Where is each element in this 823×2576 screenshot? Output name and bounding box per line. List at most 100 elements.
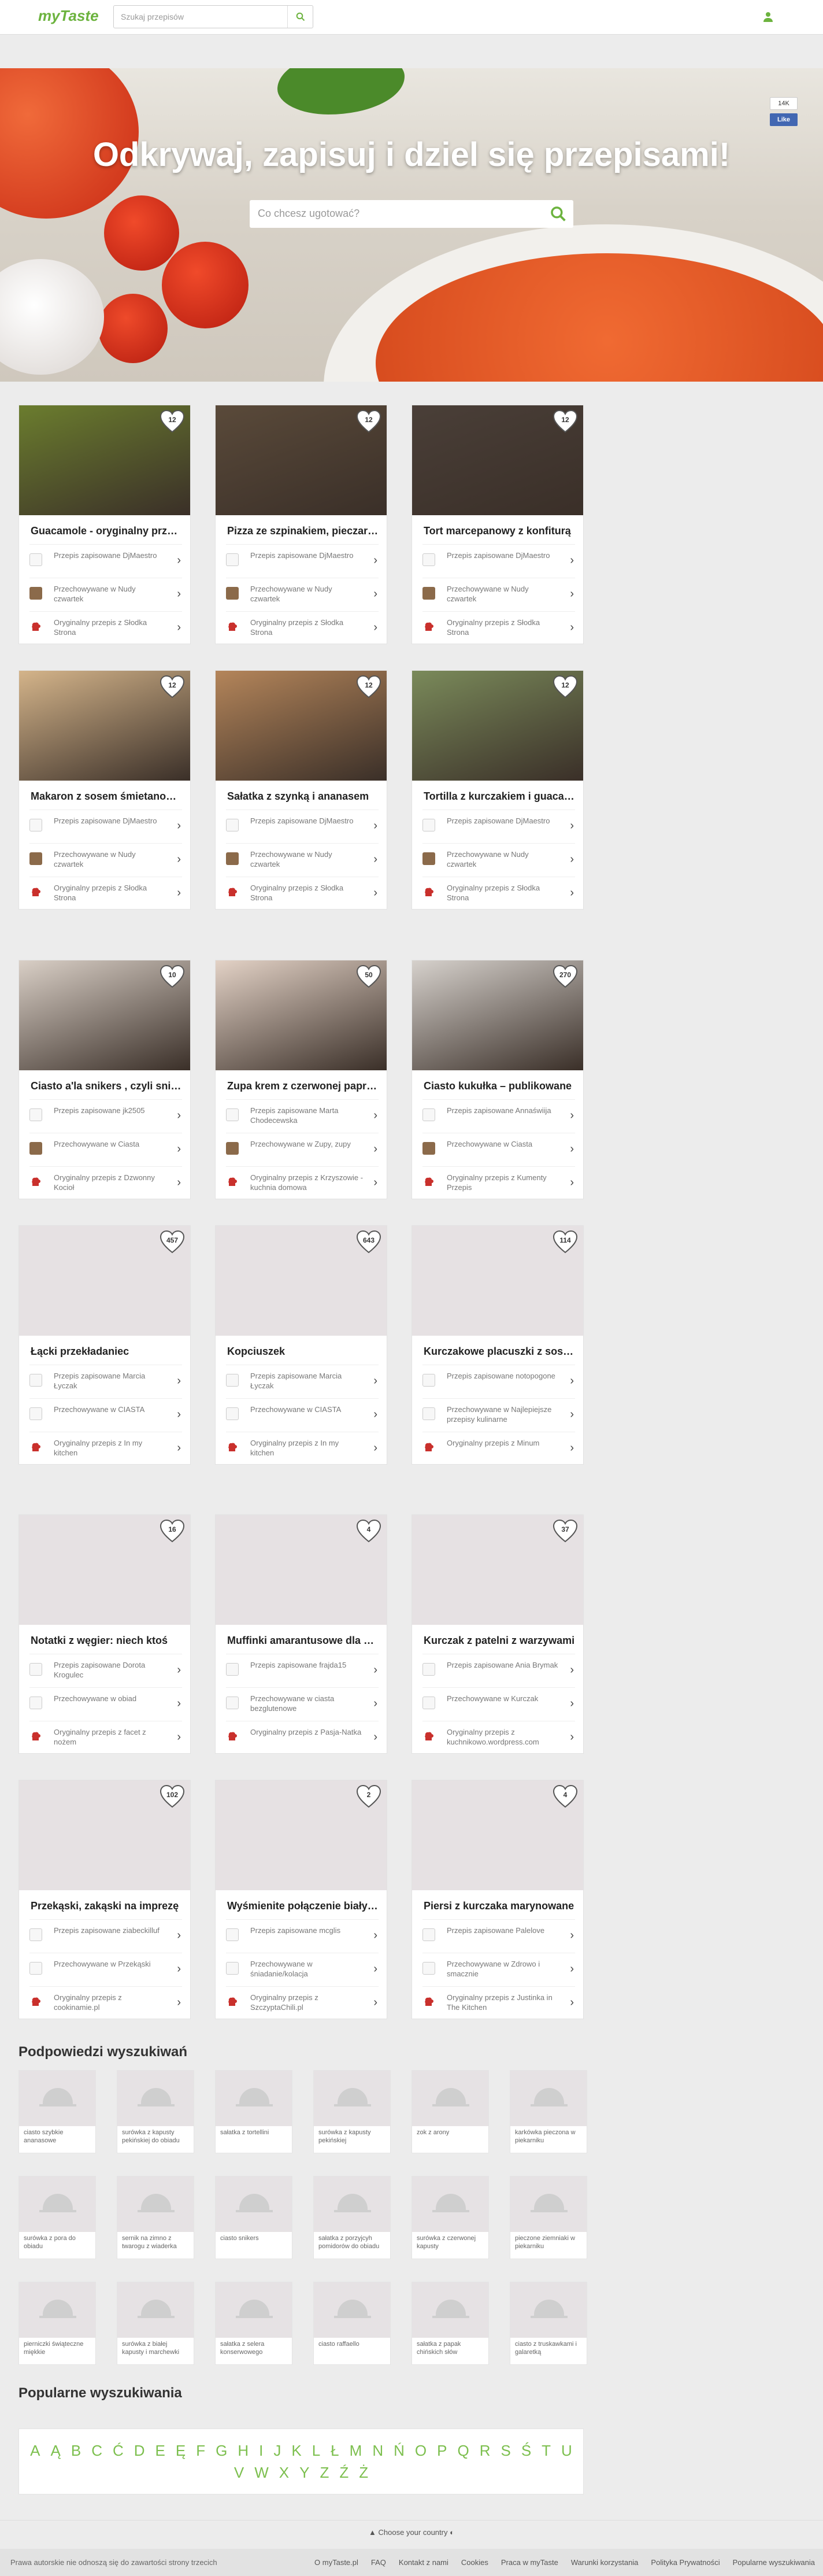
suggestion-tile[interactable]: surówka z czerwonej kapusty bbox=[412, 2176, 489, 2259]
alphabet-letter-link[interactable]: Ę bbox=[176, 2440, 186, 2462]
stored-in-row[interactable]: Przechowywane w śniadanie/kolacja › bbox=[226, 1953, 379, 1985]
recipe-title[interactable]: Ciasto kukułka – publikowane bbox=[424, 1080, 575, 1092]
facebook-like-widget[interactable]: 14K Like bbox=[770, 97, 798, 126]
recipe-card[interactable]: 643 Kopciuszek Przepis zapisowane Marcia Ł… bbox=[215, 1225, 387, 1465]
suggestion-tile[interactable]: surówka z pora do obiadu bbox=[18, 2176, 96, 2259]
source-row[interactable]: Oryginalny przepis z Justinka in The Kit… bbox=[422, 1986, 575, 2019]
source-row[interactable]: Oryginalny przepis z Słodka Strona › bbox=[422, 877, 575, 909]
like-heart-icon[interactable]: 12 bbox=[159, 674, 186, 700]
stored-in-row[interactable]: Przechowywane w Kurczak › bbox=[422, 1687, 575, 1720]
saved-by-row[interactable]: Przepis zapisowane Marta Chodecewska › bbox=[226, 1099, 379, 1132]
recipe-card[interactable]: 12 Guacamole - oryginalny przepis Przepis … bbox=[18, 405, 191, 644]
suggestion-tile[interactable]: sałatka z selera konserwowego bbox=[215, 2282, 292, 2365]
like-heart-icon[interactable]: 12 bbox=[552, 409, 579, 434]
recipe-card[interactable]: 50 Zupa krem z czerwonej papryki Przepis z… bbox=[215, 960, 387, 1199]
stored-in-row[interactable]: Przechowywane w ciasta bezglutenowe › bbox=[226, 1687, 379, 1720]
recipe-title[interactable]: Kopciuszek bbox=[227, 1346, 379, 1358]
suggestion-tile[interactable]: ciasto z truskawkami i galaretką bbox=[510, 2282, 587, 2365]
recipe-title[interactable]: Guacamole - oryginalny przepis bbox=[31, 525, 182, 537]
recipe-card[interactable]: 12 Makaron z sosem śmietanowym Przepis zap… bbox=[18, 670, 191, 910]
alphabet-letter-link[interactable]: Ź bbox=[339, 2462, 349, 2483]
alphabet-letter-link[interactable]: L bbox=[312, 2440, 320, 2462]
source-row[interactable]: Oryginalny przepis z Słodka Strona › bbox=[422, 611, 575, 644]
recipe-title[interactable]: Muffinki amarantusowe dla alergików bbox=[227, 1635, 379, 1647]
recipe-title[interactable]: Przekąski, zakąski na imprezę bbox=[31, 1900, 182, 1912]
recipe-card[interactable]: 270 Ciasto kukułka – publikowane Przepis z… bbox=[412, 960, 584, 1199]
suggestion-tile[interactable]: ciasto szybkie ananasowe bbox=[18, 2070, 96, 2153]
footer-link[interactable]: Warunki korzystania bbox=[571, 2558, 639, 2567]
alphabet-letter-link[interactable]: Z bbox=[320, 2462, 329, 2483]
footer-link[interactable]: Cookies bbox=[461, 2558, 488, 2567]
alphabet-letter-link[interactable]: Ś bbox=[521, 2440, 531, 2462]
source-row[interactable]: Oryginalny przepis z Słodka Strona › bbox=[226, 611, 379, 644]
recipe-card[interactable]: 102 Przekąski, zakąski na imprezę Przepis … bbox=[18, 1780, 191, 2019]
like-heart-icon[interactable]: 12 bbox=[355, 409, 382, 434]
recipe-title[interactable]: Łącki przekładaniec bbox=[31, 1346, 182, 1358]
alphabet-letter-link[interactable]: J bbox=[273, 2440, 281, 2462]
recipe-card[interactable]: 12 Tort marcepanowy z konfiturą Przepis za… bbox=[412, 405, 584, 644]
saved-by-row[interactable]: Przepis zapisowane DjMaestro › bbox=[226, 544, 379, 576]
saved-by-row[interactable]: Przepis zapisowane notopogone › bbox=[422, 1365, 575, 1397]
alphabet-letter-link[interactable]: G bbox=[216, 2440, 227, 2462]
country-selector[interactable]: ▲ Choose your country ◐ bbox=[0, 2528, 823, 2537]
recipe-card[interactable]: 4 Piersi z kurczaka marynowane Przepis zap… bbox=[412, 1780, 584, 2019]
saved-by-row[interactable]: Przepis zapisowane Palelove › bbox=[422, 1919, 575, 1952]
recipe-title[interactable]: Makaron z sosem śmietanowym bbox=[31, 790, 182, 803]
source-row[interactable]: Oryginalny przepis z SzczyptaChili.pl › bbox=[226, 1986, 379, 2019]
like-heart-icon[interactable]: 2 bbox=[355, 1784, 382, 1809]
stored-in-row[interactable]: Przechowywane w Nudy czwartek › bbox=[422, 578, 575, 610]
recipe-title[interactable]: Tort marcepanowy z konfiturą bbox=[424, 525, 575, 537]
alphabet-letter-link[interactable]: I bbox=[259, 2440, 263, 2462]
like-heart-icon[interactable]: 114 bbox=[552, 1229, 579, 1255]
like-heart-icon[interactable]: 457 bbox=[159, 1229, 186, 1255]
stored-in-row[interactable]: Przechowywane w Nudy czwartek › bbox=[226, 843, 379, 875]
recipe-title[interactable]: Piersi z kurczaka marynowane bbox=[424, 1900, 575, 1912]
suggestion-tile[interactable]: zok z arony bbox=[412, 2070, 489, 2153]
recipe-title[interactable]: Ciasto a'la snikers , czyli snikersowe bbox=[31, 1080, 182, 1092]
saved-by-row[interactable]: Przepis zapisowane Annaświija › bbox=[422, 1099, 575, 1132]
source-row[interactable]: Oryginalny przepis z Minum › bbox=[422, 1432, 575, 1464]
suggestion-tile[interactable]: ciasto snikers bbox=[215, 2176, 292, 2259]
recipe-card[interactable]: 16 Notatki z węgier: niech ktoś Przepis za… bbox=[18, 1514, 191, 1754]
suggestion-tile[interactable]: pierniczki świąteczne miękkie bbox=[18, 2282, 96, 2365]
alphabet-letter-link[interactable]: W bbox=[254, 2462, 269, 2483]
like-heart-icon[interactable]: 37 bbox=[552, 1518, 579, 1544]
alphabet-letter-link[interactable]: M bbox=[350, 2440, 362, 2462]
source-row[interactable]: Oryginalny przepis z Słodka Strona › bbox=[226, 877, 379, 909]
alphabet-letter-link[interactable]: A bbox=[30, 2440, 40, 2462]
source-row[interactable]: Oryginalny przepis z Dzwonny Kocioł › bbox=[29, 1166, 182, 1199]
hero-search-input[interactable]: Co chcesz ugotować? bbox=[250, 200, 573, 228]
saved-by-row[interactable]: Przepis zapisowane Marcia Łyczak › bbox=[226, 1365, 379, 1397]
footer-link[interactable]: Polityka Prywatności bbox=[651, 2558, 720, 2567]
suggestion-tile[interactable]: karkówka pieczona w piekarniku bbox=[510, 2070, 587, 2153]
recipe-card[interactable]: 4 Muffinki amarantusowe dla alergików Prze… bbox=[215, 1514, 387, 1754]
suggestion-tile[interactable]: ciasto raffaello bbox=[313, 2282, 391, 2365]
saved-by-row[interactable]: Przepis zapisowane frajda15 › bbox=[226, 1654, 379, 1686]
alphabet-letter-link[interactable]: H bbox=[238, 2440, 249, 2462]
alphabet-letter-link[interactable]: Y bbox=[299, 2462, 309, 2483]
alphabet-letter-link[interactable]: B bbox=[71, 2440, 81, 2462]
saved-by-row[interactable]: Przepis zapisowane Marcia Łyczak › bbox=[29, 1365, 182, 1397]
saved-by-row[interactable]: Przepis zapisowane DjMaestro › bbox=[29, 544, 182, 576]
footer-link[interactable]: Praca w myTaste bbox=[501, 2558, 558, 2567]
hero-search-button[interactable] bbox=[548, 204, 569, 224]
recipe-title[interactable]: Sałatka z szynką i ananasem bbox=[227, 790, 379, 803]
alphabet-letter-link[interactable]: U bbox=[561, 2440, 572, 2462]
stored-in-row[interactable]: Przechowywane w Nudy czwartek › bbox=[29, 578, 182, 610]
saved-by-row[interactable]: Przepis zapisowane Dorota Krogulec › bbox=[29, 1654, 182, 1686]
like-heart-icon[interactable]: 12 bbox=[552, 674, 579, 700]
stored-in-row[interactable]: Przechowywane w Zupy, zupy › bbox=[226, 1133, 379, 1165]
header-search-button[interactable] bbox=[287, 6, 313, 28]
alphabet-letter-link[interactable]: Q bbox=[457, 2440, 469, 2462]
recipe-card[interactable]: 2 Wyśmienite połączenie białych Przepis za… bbox=[215, 1780, 387, 2019]
like-heart-icon[interactable]: 4 bbox=[355, 1518, 382, 1544]
like-heart-icon[interactable]: 16 bbox=[159, 1518, 186, 1544]
like-heart-icon[interactable]: 12 bbox=[159, 409, 186, 434]
source-row[interactable]: Oryginalny przepis z kuchnikowo.wordpres… bbox=[422, 1721, 575, 1753]
saved-by-row[interactable]: Przepis zapisowane DjMaestro › bbox=[29, 810, 182, 842]
stored-in-row[interactable]: Przechowywane w obiad › bbox=[29, 1687, 182, 1720]
stored-in-row[interactable]: Przechowywane w Nudy czwartek › bbox=[29, 843, 182, 875]
alphabet-letter-link[interactable]: F bbox=[196, 2440, 205, 2462]
alphabet-letter-link[interactable]: V bbox=[234, 2462, 244, 2483]
alphabet-letter-link[interactable]: O bbox=[415, 2440, 427, 2462]
